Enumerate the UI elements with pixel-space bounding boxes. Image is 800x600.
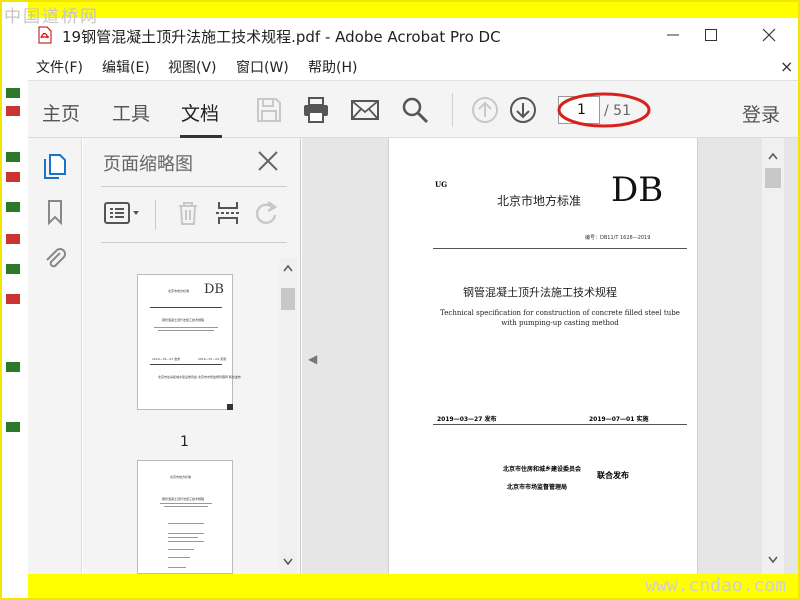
acrobat-window: 19钢管混凝土顶升法施工技术规程.pdf - Adobe Acrobat Pro… [28,18,798,574]
window-title: 19钢管混凝土顶升法施工技术规程.pdf - Adobe Acrobat Pro… [62,28,501,46]
page-total: / 51 [604,103,631,119]
delete-page-icon[interactable] [173,198,203,228]
thumb-text-line [168,557,190,558]
watermark-bottom: www.cndao.com [645,575,786,596]
document-scrollbar[interactable] [762,138,784,574]
watermark-top: 中国道桥网 [4,7,99,27]
doc-implement-date: 2019—07—01 实施 [589,416,649,423]
scroll-up-icon[interactable] [768,152,778,160]
doc-ug: UG [435,180,448,189]
thumb-text-line [168,541,204,542]
thumb-text-line [168,523,204,524]
search-icon[interactable] [400,95,430,125]
thumbnail-options-icon[interactable] [103,198,143,228]
print-icon[interactable] [301,95,331,125]
menu-bar: 文件(F) 编辑(E) 视图(V) 窗口(W) 帮助(H) × [28,54,798,80]
close-button[interactable] [740,18,798,52]
thumb-header: 北京市地方标准 [168,289,190,293]
doc-joint-issue: 联合发布 [597,471,629,480]
thumb-text-line [168,549,194,550]
tab-home[interactable]: 主页 [42,99,80,126]
bookmark-icon[interactable] [41,198,69,226]
thumb-rule [150,364,222,365]
page-thumbnail-1[interactable]: 北京市地方标准 DB 钢管混凝土顶升法施工技术规程 2019—03—27 发布 … [137,274,241,410]
menu-edit[interactable]: 编辑(E) [102,57,150,77]
title-bar: 19钢管混凝土顶升法施工技术规程.pdf - Adobe Acrobat Pro… [28,18,798,52]
extract-page-icon[interactable] [213,198,243,228]
maximize-icon [705,29,717,41]
thumb-text-line [168,537,198,538]
minimize-icon [667,34,679,36]
document-viewer[interactable]: ◀ UG 北京市地方标准 DB 编号：DB11/T 1628—2019 钢管混凝… [302,138,798,574]
tab-document[interactable]: 文档 [181,99,219,126]
page-thumbnail-2[interactable]: 北京市地方标准 钢管混凝土顶升法施工技术规程 [137,460,233,574]
doc-number: 编号：DB11/T 1628—2019 [585,235,651,241]
prev-page-icon[interactable] [470,95,500,125]
login-button[interactable]: 登录 [742,100,780,127]
thumb-text-line [168,533,204,534]
thumb-publish-date: 2019—03—27 发布 [152,357,181,361]
menu-view[interactable]: 视图(V) [168,57,217,77]
thumb-selection-corner [227,404,233,410]
save-icon[interactable] [254,95,284,125]
thumb-text-line [164,506,208,507]
scroll-up-icon[interactable] [283,264,293,272]
doc-issuer-2: 北京市市场监督管理局 [507,484,568,491]
scrollbar-thumb[interactable] [765,168,781,188]
thumb-text-line [154,327,218,328]
thumb-text-line [160,503,212,504]
doc-standard: 北京市地方标准 [497,194,582,208]
thumbnail-scrollbar[interactable] [279,258,297,574]
thumb-issuer: 北京市住房和城乡建设委员会 北京市市场监督管理局 联合发布 [158,375,241,379]
panel-title: 页面缩略图 [103,154,193,175]
scroll-down-icon[interactable] [283,558,293,566]
thumb-text-line [158,330,214,331]
doc-rule [433,424,687,425]
maximize-button[interactable] [682,18,740,52]
close-icon[interactable] [255,148,281,174]
thumb-header: 北京市地方标准 [170,475,192,479]
close-document-button[interactable]: × [780,57,793,76]
menu-help[interactable]: 帮助(H) [308,57,357,77]
page-thumbnails-icon[interactable] [41,152,69,180]
left-navigation-pane [28,138,82,574]
doc-issuer-1: 北京市住房和城乡建设委员会 [503,466,582,473]
collapse-left-pane-icon[interactable]: ◀ [308,352,317,366]
pdf-page-1: UG 北京市地方标准 DB 编号：DB11/T 1628—2019 钢管混凝土顶… [388,138,698,574]
close-icon [762,28,776,42]
doc-publish-date: 2019—03—27 发布 [437,416,497,423]
thumbnail-page-number: 1 [180,434,189,450]
attachment-icon[interactable] [41,244,69,272]
doc-rule [433,248,687,249]
menu-window[interactable]: 窗口(W) [236,57,289,77]
page-thumbnails-panel: 页面缩略图 北京市地方标准 DB 钢管混凝土顶升法施工技术规程 2019—03—… [83,138,301,574]
email-icon[interactable] [350,95,380,125]
main-toolbar: 主页 工具 文档 1 / 51 登录 [28,80,798,138]
pdf-file-icon [38,26,52,44]
background-desktop-strip [2,2,28,598]
panel-divider [101,186,287,187]
thumb-rule [150,307,222,308]
thumb-title: 钢管混凝土顶升法施工技术规程 [162,318,205,322]
scrollbar-thumb[interactable] [281,288,295,310]
doc-title-cn: 钢管混凝土顶升法施工技术规程 [463,286,617,299]
panel-divider [101,242,287,243]
thumb-db: DB [204,282,224,297]
scroll-down-icon[interactable] [768,556,778,564]
thumb-implement-date: 2019—07—01 实施 [198,357,227,361]
rotate-page-icon[interactable] [251,198,281,228]
doc-title-en: Technical specification for construction… [440,309,680,327]
menu-file[interactable]: 文件(F) [36,57,83,77]
panel-divider [155,200,156,230]
tab-tools[interactable]: 工具 [112,99,150,126]
page-number-input[interactable]: 1 [558,96,600,124]
thumb-title: 钢管混凝土顶升法施工技术规程 [162,497,205,501]
doc-db: DB [611,170,664,210]
next-page-icon[interactable] [508,95,538,125]
thumb-text-line [168,567,186,568]
toolbar-separator [452,93,453,127]
